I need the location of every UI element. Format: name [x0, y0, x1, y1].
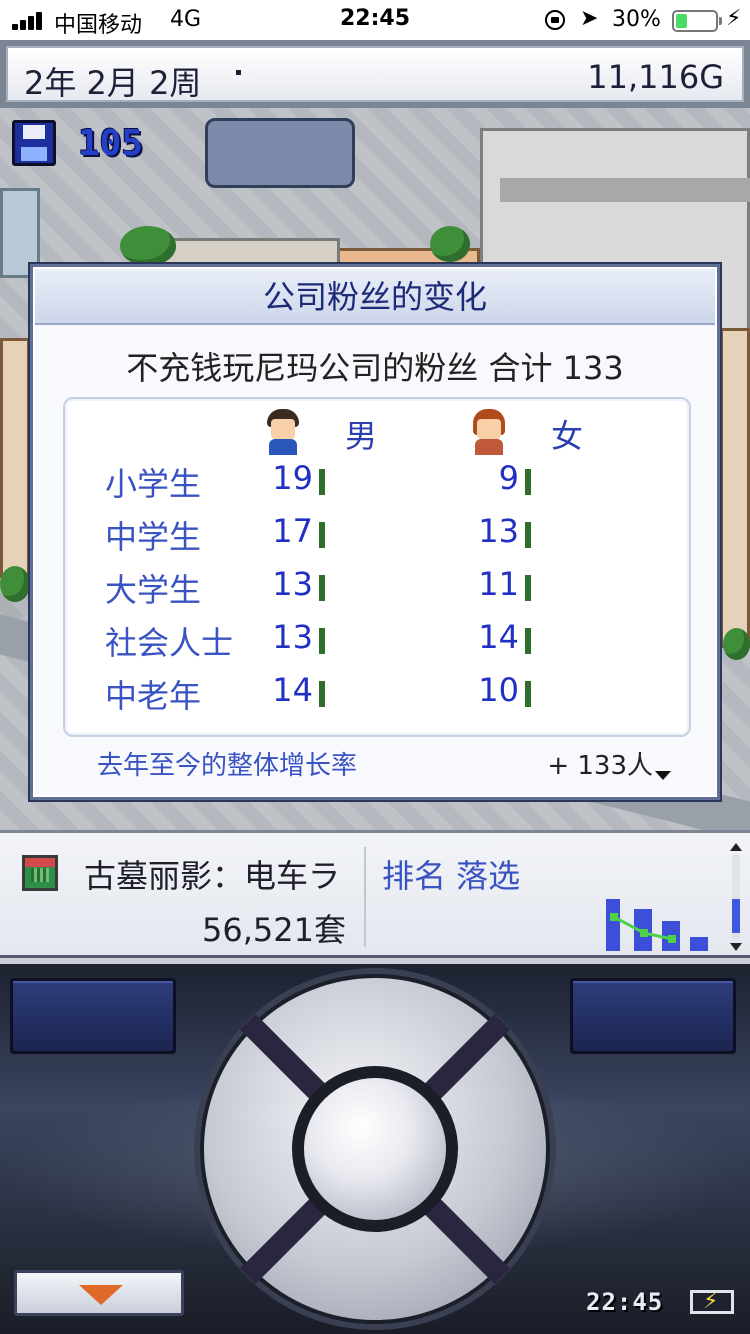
trend-point: [640, 929, 648, 937]
row-label-university: 大学生: [105, 571, 202, 609]
male-fan-bar: [319, 628, 325, 654]
fan-change-dialog[interactable]: 公司粉丝的变化 不充钱玩尼玛公司的粉丝 合计 133 男 女 小学生 19 9: [28, 262, 722, 802]
game-title-icon: [22, 855, 58, 891]
building: [0, 338, 30, 578]
male-fan-bar: [319, 469, 325, 495]
location-icon: ➤: [580, 6, 599, 31]
next-page-arrow-icon[interactable]: [655, 771, 671, 780]
male-fan-count: 14: [272, 671, 313, 709]
date-indicator-dot: [236, 70, 241, 75]
female-fan-bar: [525, 469, 531, 495]
right-soft-key[interactable]: [570, 978, 736, 1054]
game-header-bar: 2年 2月 2周 11,116G: [0, 40, 750, 108]
trend-point: [610, 913, 618, 921]
growth-rate-label: 去年至今的整体增长率: [97, 751, 358, 781]
growth-rate-value: + 133人: [547, 751, 653, 781]
building: [720, 328, 750, 648]
male-fan-count: 17: [272, 512, 313, 550]
save-count: 105: [78, 123, 144, 164]
dialog-title: 公司粉丝的变化: [262, 278, 487, 316]
row-label-working-adults: 社会人士: [105, 624, 234, 662]
lock-rotation-icon: [545, 10, 565, 30]
tree: [430, 226, 470, 262]
trend-point: [668, 935, 676, 943]
tree: [120, 226, 176, 266]
funds-display: 11,116G: [587, 58, 724, 96]
tree: [723, 628, 750, 660]
confirm-button[interactable]: [304, 1078, 446, 1220]
female-fan-count: 13: [478, 512, 519, 550]
game-sales-count: 56,521套: [202, 911, 346, 949]
ios-status-bar: 中国移动 4G 22:45 ➤ 30% ⚡: [0, 0, 750, 40]
battery-charging-icon: ⚡: [690, 1289, 734, 1314]
fan-breakdown-table: 男 女 小学生 19 9 中学生 17 13 大学生 13 11 社会人士 13…: [63, 397, 691, 737]
game-date: 2年 2月 2周: [24, 64, 202, 102]
female-fan-bar: [525, 575, 531, 601]
female-fan-count: 9: [498, 459, 519, 497]
car: [205, 118, 355, 188]
male-fan-bar: [319, 575, 325, 601]
battery-percent: 30%: [612, 7, 661, 32]
female-fan-count: 14: [478, 618, 519, 656]
male-fan-count: 19: [272, 459, 313, 497]
game-info-panel[interactable]: 古墓丽影：电车ラ 56,521套 排名 落选: [0, 830, 750, 958]
male-fan-bar: [319, 681, 325, 707]
fan-total-summary: 不充钱玩尼玛公司的粉丝 合计 133: [126, 349, 624, 387]
building: [500, 178, 750, 202]
male-column-header: 男: [345, 417, 378, 455]
female-fan-count: 10: [478, 671, 519, 709]
menu-toggle-button[interactable]: [14, 1270, 184, 1316]
female-fan-bar: [525, 681, 531, 707]
battery-icon: [672, 10, 722, 32]
down-arrow-icon: [79, 1285, 123, 1305]
female-avatar-icon: [471, 409, 507, 455]
scroll-track[interactable]: [732, 855, 740, 939]
directional-pad[interactable]: [200, 974, 550, 1324]
female-fan-bar: [525, 628, 531, 654]
sales-trend-mini-chart: [606, 899, 708, 951]
game-clock: 22:45: [586, 1288, 664, 1316]
female-fan-count: 11: [478, 565, 519, 603]
female-column-header: 女: [551, 417, 584, 455]
scroll-up-arrow-icon[interactable]: [730, 843, 742, 851]
trend-bar: [606, 899, 620, 951]
male-avatar-icon: [265, 409, 301, 455]
male-fan-bar: [319, 522, 325, 548]
virtual-controller: 22:45 ⚡: [0, 958, 750, 1334]
row-label-elementary: 小学生: [105, 465, 202, 503]
scroll-thumb[interactable]: [732, 899, 740, 933]
floppy-disk-icon[interactable]: [12, 120, 56, 166]
scroll-down-arrow-icon[interactable]: [730, 943, 742, 951]
trend-bar: [690, 937, 708, 951]
game-title-name: 古墓丽影：电车ラ: [84, 857, 341, 895]
male-fan-count: 13: [272, 565, 313, 603]
info-scrollbar[interactable]: [728, 843, 744, 951]
left-soft-key[interactable]: [10, 978, 176, 1054]
row-label-middle-school: 中学生: [105, 518, 202, 556]
charging-icon: ⚡: [726, 6, 742, 31]
ranking-status: 排名 落选: [382, 857, 521, 895]
tree: [0, 566, 30, 602]
female-fan-bar: [525, 522, 531, 548]
row-label-seniors: 中老年: [105, 677, 202, 715]
male-fan-count: 13: [272, 618, 313, 656]
dialog-title-bar: 公司粉丝的变化: [35, 269, 715, 325]
panel-divider: [364, 847, 366, 947]
